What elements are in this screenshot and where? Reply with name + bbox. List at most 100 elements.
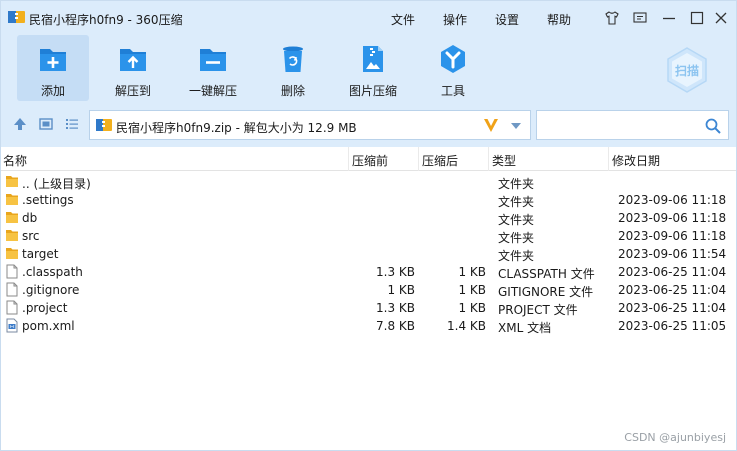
extract-to-button[interactable]: 解压到 [97,35,169,101]
row-type: 文件夹 [498,177,535,191]
search-input[interactable] [536,110,729,140]
add-button[interactable]: 添加 [17,35,89,101]
path-field[interactable]: 民宿小程序h0fn9.zip - 解包大小为 12.9 MB [89,110,531,140]
extract-to-icon [120,49,146,71]
row-type: 文件夹 [498,231,535,245]
delete-label: 删除 [280,84,305,98]
row-size-before: 1.3 KB [376,301,415,315]
column-divider [488,147,489,171]
row-name: target [22,247,59,261]
file-icon [6,300,18,315]
image-compress-icon [363,46,383,72]
file-icon [6,264,18,279]
list-view-icon[interactable] [65,117,79,131]
row-name: .settings [22,193,74,207]
minimize-icon[interactable] [661,10,677,26]
close-icon[interactable] [713,10,729,26]
row-date: 2023-06-25 11:04 [618,301,727,315]
column-after-size[interactable]: 压缩后 [422,152,458,169]
folder-icon [6,248,18,259]
folder-icon [6,194,18,205]
title-bar: 民宿小程序h0fn9 - 360压缩 文件 操作 设置 帮助 [1,1,736,35]
column-divider [348,147,349,171]
xml-file-icon [6,318,18,333]
scan-button[interactable]: 扫描 [663,46,711,94]
row-date: 2023-09-06 11:18 [618,193,727,207]
row-size-after: 1 KB [458,301,486,315]
row-type: 文件夹 [498,249,535,263]
menu-operate[interactable]: 操作 [443,11,467,28]
folder-row[interactable]: target 文件夹 2023-09-06 11:54 [1,245,736,263]
row-size-after: 1 KB [458,265,486,279]
folder-icon [6,212,18,223]
up-arrow-icon[interactable] [13,117,27,131]
tools-icon [441,45,465,73]
row-name: db [22,211,38,225]
delete-button[interactable]: 删除 [257,35,329,101]
menu-file[interactable]: 文件 [391,11,415,28]
row-name: .gitignore [22,283,80,297]
row-date: 2023-09-06 11:54 [618,247,727,261]
file-row[interactable]: pom.xml 7.8 KB 1.4 KB XML 文档 2023-06-25 11:0… [1,317,736,335]
v-logo-icon[interactable] [482,116,500,134]
watermark-text: CSDN @ajunbiyesj [624,431,726,444]
skin-icon[interactable] [604,10,620,26]
menu-settings[interactable]: 设置 [495,11,519,28]
folder-icon [6,176,18,187]
chevron-down-icon[interactable] [510,122,522,130]
row-date: 2023-06-25 11:04 [618,283,727,297]
zip-archive-icon [96,119,112,131]
one-click-extract-icon [200,49,226,71]
column-before-size[interactable]: 压缩前 [352,152,388,169]
search-icon[interactable] [705,118,721,134]
file-icon [6,282,18,297]
file-row[interactable]: .gitignore 1 KB 1 KB GITIGNORE 文件 2023-06-25… [1,281,736,299]
toolbar: 添加 解压到 一键解压 删除 图片压缩 工具 扫描 [1,35,736,103]
row-size-before: 1.3 KB [376,265,415,279]
window-title: 民宿小程序h0fn9 - 360压缩 [29,13,183,27]
feedback-icon[interactable] [632,10,648,26]
image-compress-button[interactable]: 图片压缩 [337,35,409,101]
one-click-extract-button[interactable]: 一键解压 [177,35,249,101]
maximize-icon[interactable] [689,10,705,26]
row-size-before: 7.8 KB [376,319,415,333]
column-divider [418,147,419,171]
row-type: GITIGNORE 文件 [498,285,594,299]
row-date: 2023-09-06 11:18 [618,229,727,243]
folder-row[interactable]: src 文件夹 2023-09-06 11:18 [1,227,736,245]
tools-label: 工具 [440,84,465,98]
row-date: 2023-06-25 11:04 [618,265,727,279]
trash-icon [283,46,303,72]
row-date: 2023-09-06 11:18 [618,211,727,225]
column-date[interactable]: 修改日期 [612,152,660,169]
row-size-after: 1 KB [458,283,486,297]
column-name[interactable]: 名称 [3,152,27,169]
add-label: 添加 [40,84,65,98]
row-name: .project [22,301,68,315]
path-text: 民宿小程序h0fn9.zip - 解包大小为 12.9 MB [116,121,357,135]
app-logo-icon [8,11,25,23]
file-list-header: 名称 压缩前 压缩后 类型 修改日期 [1,147,736,171]
tools-button[interactable]: 工具 [417,35,489,101]
extract-to-label: 解压到 [114,84,151,98]
folder-icon [6,230,18,241]
folder-row[interactable]: .settings 文件夹 2023-09-06 11:18 [1,191,736,209]
row-size-before: 1 KB [387,283,415,297]
column-divider [608,147,609,171]
address-bar: 民宿小程序h0fn9.zip - 解包大小为 12.9 MB [1,103,736,147]
image-compress-label: 图片压缩 [348,84,397,98]
row-type: PROJECT 文件 [498,303,578,317]
file-row[interactable]: .classpath 1.3 KB 1 KB CLASSPATH 文件 2023-06-… [1,263,736,281]
folder-row[interactable]: db 文件夹 2023-09-06 11:18 [1,209,736,227]
row-size-after: 1.4 KB [447,319,486,333]
file-row[interactable]: .project 1.3 KB 1 KB PROJECT 文件 2023-06-25 1… [1,299,736,317]
scan-label: 扫描 [675,63,699,78]
thumbnail-view-icon[interactable] [39,117,53,131]
row-name: src [22,229,40,243]
folder-row[interactable]: .. (上级目录) 文件夹 [1,173,736,191]
column-type[interactable]: 类型 [492,152,516,169]
row-type: CLASSPATH 文件 [498,267,595,281]
archive-window: 民宿小程序h0fn9 - 360压缩 文件 操作 设置 帮助 添加 解压到 一键… [0,0,737,451]
menu-help[interactable]: 帮助 [547,11,571,28]
one-click-extract-label: 一键解压 [188,84,237,98]
